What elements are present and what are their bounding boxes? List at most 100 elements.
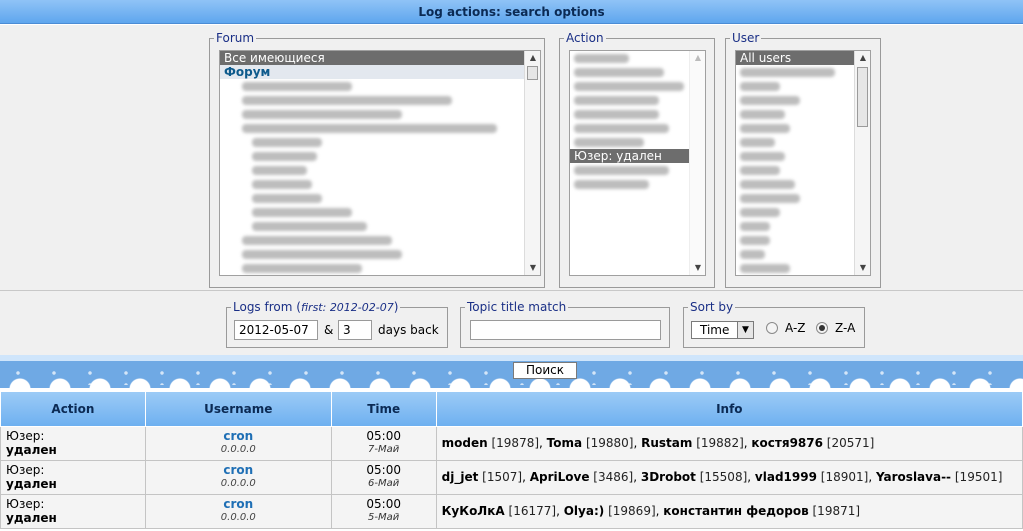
- user-listbox[interactable]: All users ▲ ▼: [735, 50, 871, 276]
- user-option-blurred[interactable]: [736, 65, 870, 79]
- action-option-blurred[interactable]: [570, 93, 705, 107]
- column-header-username: Username: [144, 392, 332, 427]
- forum-option-blurred[interactable]: [220, 205, 540, 219]
- deleted-user-name: 3Drobot: [640, 470, 696, 484]
- deleted-user-id: [16177]: [508, 504, 557, 518]
- sort-az-radio[interactable]: [766, 322, 778, 334]
- days-input[interactable]: 3: [338, 320, 372, 340]
- sort-za-radio[interactable]: [816, 322, 828, 334]
- action-option-blurred[interactable]: [570, 177, 705, 191]
- deleted-user-id: [15508]: [699, 470, 748, 484]
- scroll-down-icon[interactable]: ▼: [690, 261, 705, 275]
- action-option-blurred[interactable]: [570, 79, 705, 93]
- scroll-up-icon[interactable]: ▲: [525, 51, 540, 65]
- action-option-selected[interactable]: Юзер: удален: [570, 149, 705, 163]
- user-option-blurred[interactable]: [736, 79, 870, 93]
- forum-option-blurred[interactable]: [220, 121, 540, 135]
- forum-option-blurred[interactable]: [220, 93, 540, 107]
- deleted-user-id: [20571]: [826, 436, 875, 450]
- forum-option-blurred[interactable]: [220, 177, 540, 191]
- deleted-user-name: костя9876: [751, 436, 823, 450]
- forum-option-blurred[interactable]: [220, 135, 540, 149]
- action-option-blurred[interactable]: [570, 107, 705, 121]
- deleted-user-name: константин федоров: [663, 504, 809, 518]
- forum-option-blurred[interactable]: [220, 247, 540, 261]
- user-option-blurred[interactable]: [736, 107, 870, 121]
- forum-option-category[interactable]: Форум: [220, 65, 540, 79]
- action-detail: удален: [6, 443, 57, 457]
- action-listbox[interactable]: Юзер: удален ▲ ▼: [569, 50, 706, 276]
- scroll-down-icon[interactable]: ▼: [855, 261, 870, 275]
- forum-option-blurred[interactable]: [220, 261, 540, 275]
- user-option-blurred[interactable]: [736, 261, 870, 275]
- chevron-down-icon[interactable]: ▼: [737, 322, 753, 338]
- user-option-blurred[interactable]: [736, 163, 870, 177]
- action-option-blurred[interactable]: [570, 65, 705, 79]
- user-option-blurred[interactable]: [736, 219, 870, 233]
- user-option-blurred[interactable]: [736, 191, 870, 205]
- date-value: 7-Май: [368, 444, 400, 455]
- forum-scrollbar[interactable]: ▲ ▼: [524, 51, 540, 275]
- deleted-user-name: dj_jet: [441, 470, 479, 484]
- forum-option-blurred[interactable]: [220, 149, 540, 163]
- deleted-user-id: [18901]: [820, 470, 869, 484]
- action-option-blurred[interactable]: [570, 163, 705, 177]
- page-title: Log actions: search options: [418, 5, 605, 19]
- user-option-blurred[interactable]: [736, 247, 870, 261]
- scroll-up-icon[interactable]: ▲: [855, 51, 870, 65]
- topic-input[interactable]: [470, 320, 661, 340]
- action-option-blurred[interactable]: [570, 121, 705, 135]
- deleted-user-name: ApriLove: [529, 470, 590, 484]
- search-button[interactable]: Поиск: [513, 362, 577, 379]
- deleted-user-id: [19501]: [954, 470, 1003, 484]
- username-link[interactable]: cron: [147, 429, 330, 443]
- forum-option-all[interactable]: Все имеющиеся: [220, 51, 540, 65]
- forum-option-blurred[interactable]: [220, 79, 540, 93]
- user-option-blurred[interactable]: [736, 149, 870, 163]
- forum-option-blurred[interactable]: [220, 191, 540, 205]
- cell-action: Юзер: удален: [0, 425, 146, 461]
- forum-listbox[interactable]: Все имеющиеся Форум ▲ ▼: [219, 50, 541, 276]
- forum-option-blurred[interactable]: [220, 233, 540, 247]
- decorative-band: [0, 355, 1023, 388]
- action-option-blurred[interactable]: [570, 51, 705, 65]
- action-option-blurred[interactable]: [570, 135, 705, 149]
- scroll-down-icon[interactable]: ▼: [525, 261, 540, 275]
- user-option-blurred[interactable]: [736, 205, 870, 219]
- user-option-all[interactable]: All users: [736, 51, 870, 65]
- cell-info: moden [19878], Toma [19880], Rustam [198…: [435, 425, 1023, 461]
- deleted-user-id: [19878]: [491, 436, 540, 450]
- action-type: Юзер:: [6, 429, 45, 443]
- user-option-blurred[interactable]: [736, 233, 870, 247]
- forum-option-blurred[interactable]: [220, 219, 540, 233]
- logs-from-legend: Logs from (first: 2012-02-07): [233, 300, 399, 314]
- forum-option-blurred[interactable]: [220, 107, 540, 121]
- forum-option-blurred[interactable]: [220, 163, 540, 177]
- scroll-thumb[interactable]: [527, 66, 538, 80]
- date-input[interactable]: 2012-05-07: [234, 320, 318, 340]
- sort-select[interactable]: Time ▼: [691, 321, 754, 339]
- deleted-user-id: [19871]: [812, 504, 861, 518]
- page-header: Log actions: search options: [0, 0, 1023, 24]
- days-back-label: days back: [378, 323, 439, 337]
- deleted-user-name: Rustam: [641, 436, 693, 450]
- scroll-thumb[interactable]: [857, 67, 868, 127]
- user-option-blurred[interactable]: [736, 93, 870, 107]
- table-body: Юзер: удален cron 0.0.0.0 05:00 7-Май moden [1…: [0, 425, 1023, 529]
- user-option-blurred[interactable]: [736, 121, 870, 135]
- cell-time: 05:00 6-Май: [330, 459, 437, 495]
- cell-time: 05:00 5-Май: [330, 493, 437, 529]
- username-link[interactable]: cron: [147, 463, 330, 477]
- deleted-user-id: [1507]: [482, 470, 523, 484]
- user-scrollbar[interactable]: ▲ ▼: [854, 51, 870, 275]
- user-option-blurred[interactable]: [736, 177, 870, 191]
- log-table: Action Username Time Info Юзер: удален cro…: [0, 392, 1023, 529]
- username-link[interactable]: cron: [147, 497, 330, 511]
- deleted-user-name: КуКоЛкА: [441, 504, 505, 518]
- action-scrollbar[interactable]: ▲ ▼: [689, 51, 705, 275]
- column-header-action: Action: [0, 392, 146, 427]
- table-header-row: Action Username Time Info: [0, 392, 1023, 427]
- user-option-blurred[interactable]: [736, 135, 870, 149]
- stars-decoration: [0, 367, 1023, 385]
- scroll-up-icon[interactable]: ▲: [690, 51, 705, 65]
